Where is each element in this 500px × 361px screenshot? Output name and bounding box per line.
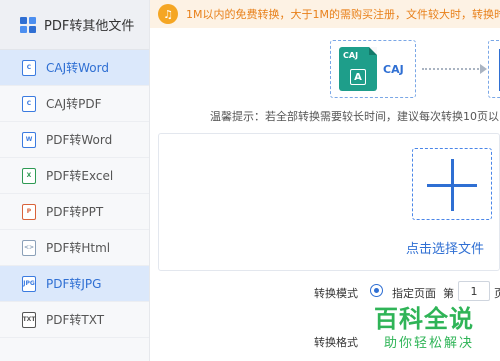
format-label: 转换格式 <box>314 336 358 349</box>
sidebar-item-label: PDF转TXT <box>46 313 105 327</box>
caj-document-icon: CAJ A <box>339 47 377 91</box>
txt-file-icon: TXT <box>22 311 36 328</box>
ppt-file-icon: P <box>22 203 36 220</box>
mode-label: 转换模式 <box>314 287 358 300</box>
sidebar-item-label: CAJ转Word <box>46 61 109 75</box>
sidebar-item-label: PDF转PPT <box>46 205 104 219</box>
sidebar-item-label: PDF转Word <box>46 133 113 147</box>
select-file-link[interactable]: 点击选择文件 <box>406 238 484 257</box>
excel-file-icon: X <box>22 167 36 184</box>
sidebar-item-label: CAJ转PDF <box>46 97 102 111</box>
notice-bar: ♫ 1M以内的免费转换，大于1M的需购买注册，文件较大时，转换时间较长， <box>150 0 500 28</box>
conversion-arrow <box>422 68 482 70</box>
pdf-file-icon: C <box>22 95 36 112</box>
sidebar-item-pdf-to-excel[interactable]: X PDF转Excel <box>0 158 149 194</box>
sidebar-item-pdf-to-jpg[interactable]: JPG PDF转JPG <box>0 266 149 302</box>
sidebar-item-caj-to-pdf[interactable]: C CAJ转PDF <box>0 86 149 122</box>
watermark-logo: 百科全说 助你轻松解决 <box>374 299 500 361</box>
html-file-icon: <> <box>22 239 36 256</box>
sidebar-item-pdf-to-txt[interactable]: TXT PDF转TXT <box>0 302 149 338</box>
watermark-sub-text: 助你轻松解决 <box>384 336 475 351</box>
source-format-label: CAJ <box>383 62 404 76</box>
megaphone-icon: ♫ <box>158 4 178 24</box>
page-number-input[interactable] <box>458 281 490 301</box>
sidebar: PDF转其他文件 C CAJ转Word C CAJ转PDF W PDF转Word… <box>0 0 150 361</box>
mode-radio-specified-pages[interactable] <box>370 284 383 297</box>
caj-doc-label: CAJ <box>343 51 359 60</box>
caj-file-icon: C <box>22 59 36 76</box>
sidebar-header[interactable]: PDF转其他文件 <box>0 0 149 50</box>
arrow-head-icon <box>480 64 487 74</box>
sidebar-item-pdf-to-ppt[interactable]: P PDF转PPT <box>0 194 149 230</box>
sidebar-item-label: PDF转Html <box>46 241 111 255</box>
tip-text: 温馨提示：若全部转换需要较长时间，建议每次转换10页以内的 <box>210 110 500 123</box>
sidebar-header-title: PDF转其他文件 <box>44 19 135 34</box>
grid-apps-icon <box>20 16 36 33</box>
sidebar-item-caj-to-word[interactable]: C CAJ转Word <box>0 50 149 86</box>
sidebar-item-label: PDF转Excel <box>46 169 114 183</box>
source-format-card: CAJ A CAJ <box>330 40 416 98</box>
target-format-card <box>488 40 500 98</box>
caj-doc-letter: A <box>350 69 366 85</box>
sidebar-item-pdf-to-word[interactable]: W PDF转Word <box>0 122 149 158</box>
sidebar-item-label: PDF转JPG <box>46 277 102 291</box>
watermark-logo-text: 百科全说 <box>374 305 474 333</box>
notice-text: 1M以内的免费转换，大于1M的需购买注册，文件较大时，转换时间较长， <box>186 8 500 21</box>
jpg-file-icon: JPG <box>22 275 36 292</box>
word-file-icon: W <box>22 131 36 148</box>
sidebar-item-pdf-to-html[interactable]: <> PDF转Html <box>0 230 149 266</box>
add-file-button[interactable] <box>412 148 492 220</box>
